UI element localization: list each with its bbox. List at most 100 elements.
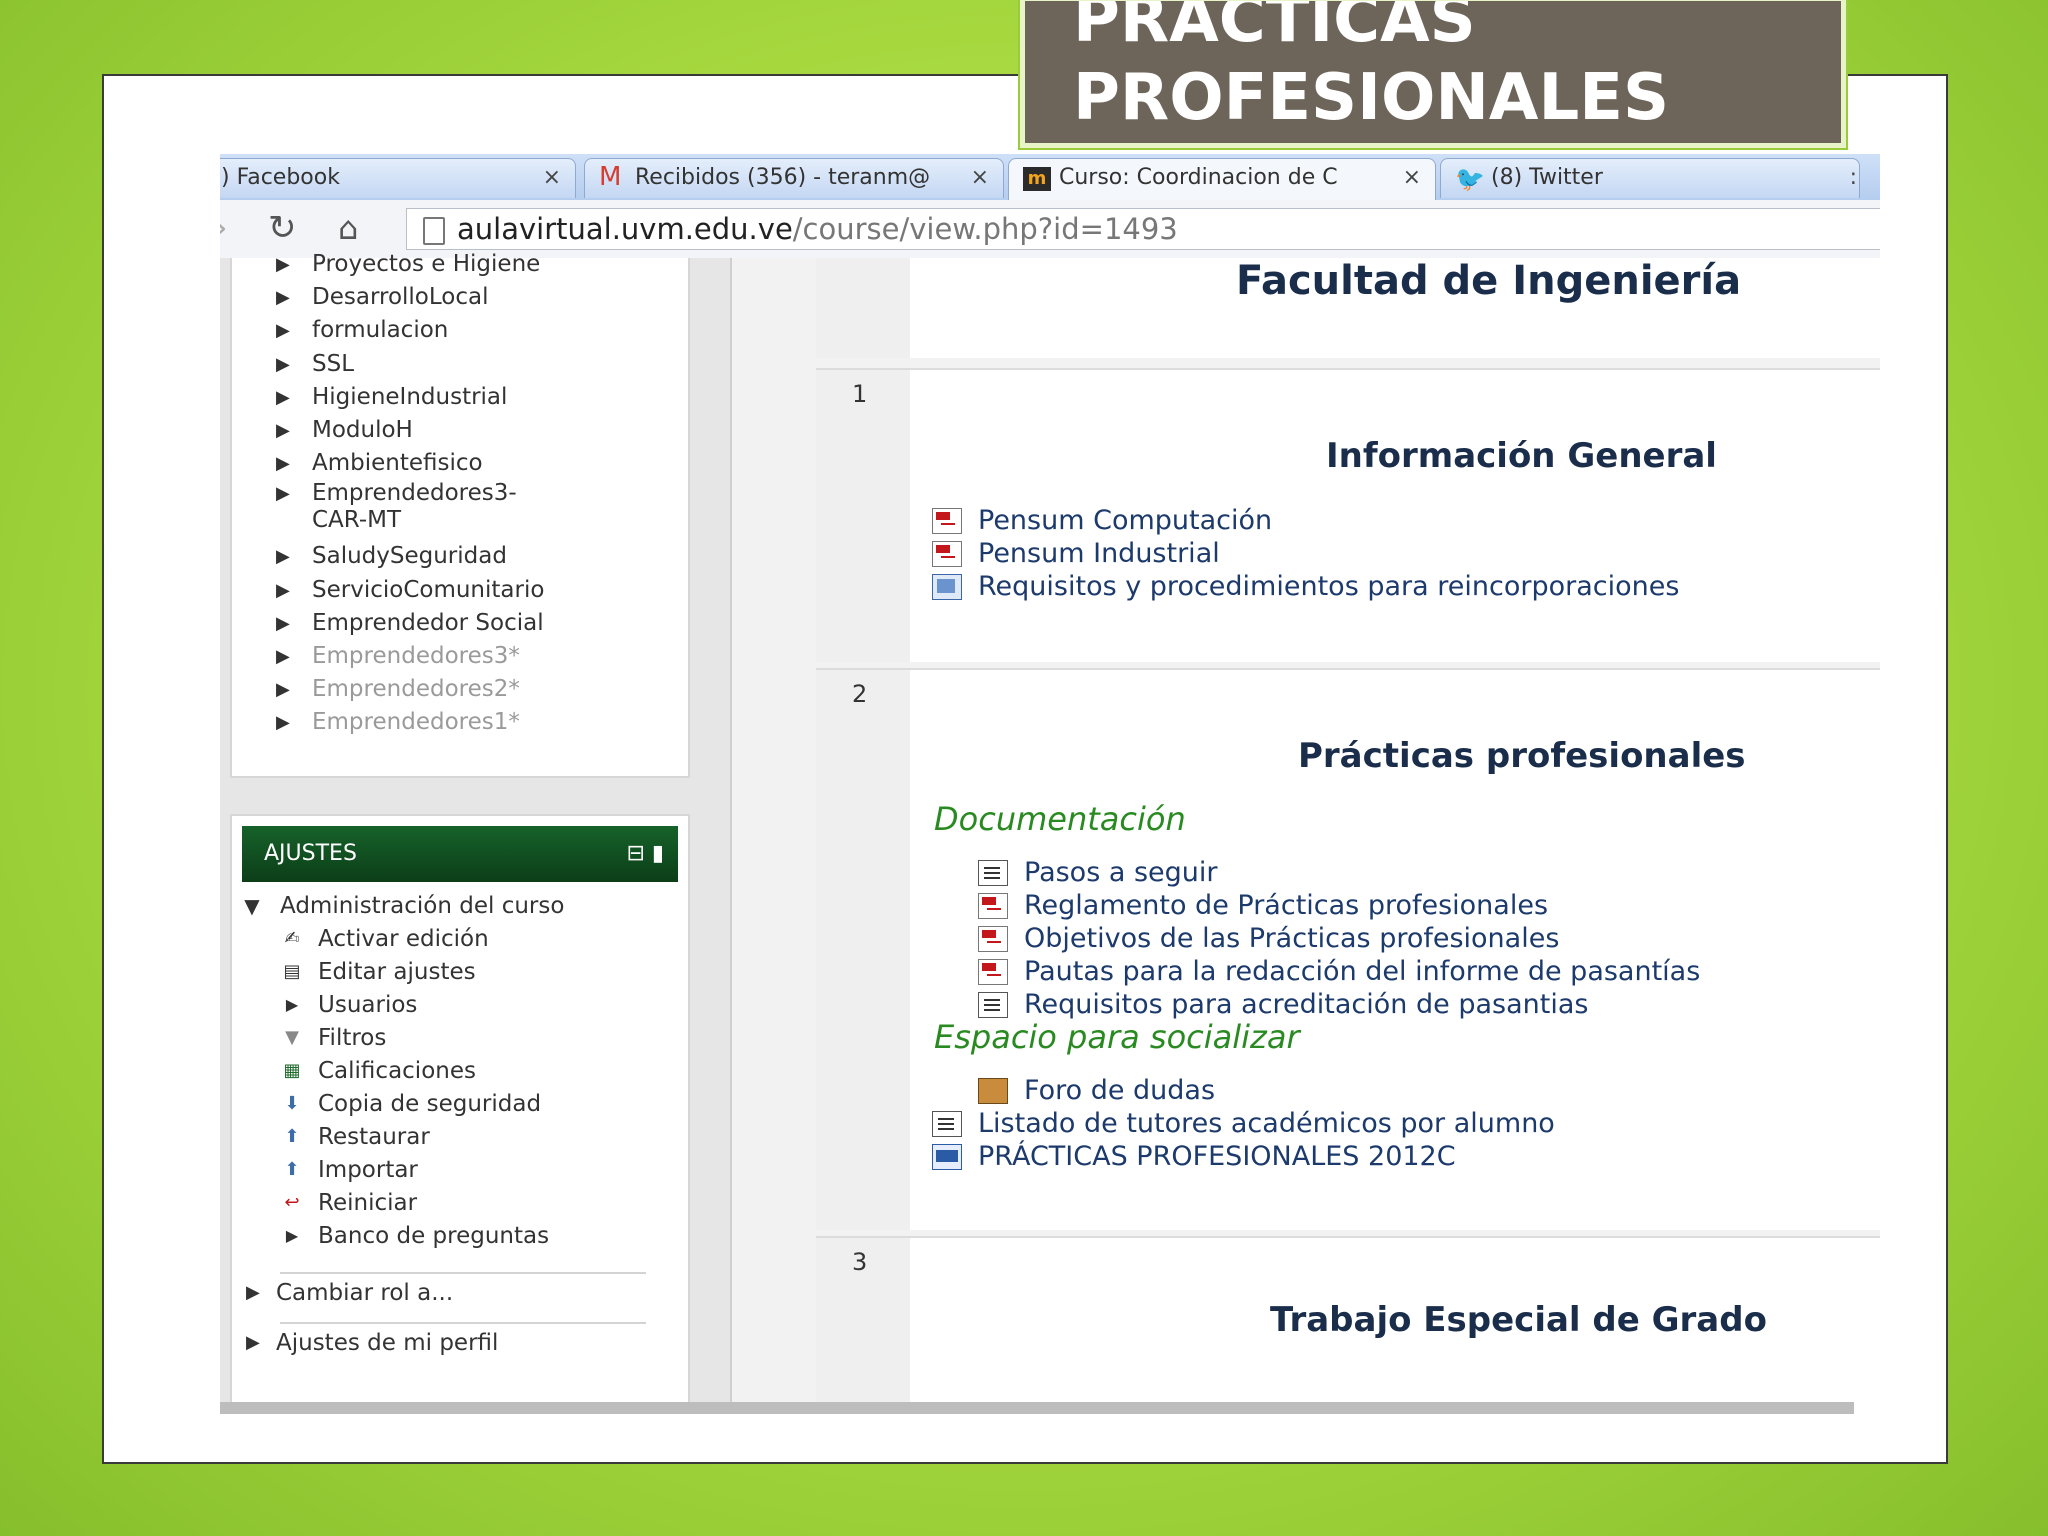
tab-label: Recibidos (356) - teranm@ [635, 165, 931, 190]
settings-item-filters[interactable]: ▼ Filtros [285, 1022, 386, 1054]
resource-link[interactable]: Pautas para la redacción del informe de … [978, 955, 1700, 988]
expand-arrow-icon: ▶ [285, 1226, 299, 1245]
expand-arrow-icon: ▶ [276, 420, 290, 442]
tab-course[interactable]: m Curso: Coordinacion de C × [1008, 158, 1436, 200]
home-icon[interactable]: ⌂ [338, 210, 358, 246]
section-sidebar: 1 [816, 370, 910, 662]
settings-item-backup[interactable]: ⬇ Copia de seguridad [284, 1088, 541, 1120]
settings-block: AJUSTES ⊟ ▮ ▼ Administración del curso ✍… [230, 814, 690, 1404]
section-sidebar: 3 [816, 1238, 910, 1406]
forward-icon[interactable]: › [220, 210, 228, 246]
close-icon[interactable]: × [1403, 159, 1421, 197]
left-column: ▶ Proyectos e Higiene ▶ DesarrolloLocal ▶ f… [220, 251, 732, 1404]
nav-item-hidden[interactable]: ▶ Emprendedores2* [276, 673, 544, 706]
resource-link[interactable]: Pensum Industrial [932, 537, 1220, 570]
nav-item[interactable]: ▶ ServicioComunitario [276, 574, 544, 607]
nav-item-hidden[interactable]: ▶ Emprendedores3* [276, 640, 544, 673]
word-doc-icon [932, 1144, 962, 1170]
section-title: Prácticas profesionales [1298, 736, 1746, 776]
image-file-icon [932, 574, 962, 600]
nav-item[interactable]: ▶ HigieneIndustrial [276, 381, 544, 414]
restore-icon: ⬆ [284, 1126, 300, 1147]
divider [280, 1322, 646, 1324]
pdf-icon [978, 893, 1008, 919]
forum-link[interactable]: Foro de dudas [978, 1074, 1215, 1107]
block-controls-icon[interactable]: ⊟ ▮ [626, 826, 664, 882]
gmail-icon: M [599, 162, 622, 192]
grades-icon: ▦ [283, 1060, 301, 1081]
tab-label: Curso: Coordinacion de C [1059, 165, 1338, 190]
tab-twitter[interactable]: 🐦 (8) Twitter : [1440, 158, 1860, 198]
page-icon [423, 217, 445, 245]
faculty-title: Facultad de Ingeniería [1236, 258, 1742, 304]
nav-item[interactable]: ▶ formulacion [276, 314, 544, 347]
tab-gmail[interactable]: M Recibidos (356) - teranm@ × [584, 158, 1004, 198]
settings-item-users[interactable]: ▶ Usuarios [286, 989, 418, 1021]
url-host: aulavirtual.uvm.edu.ve [457, 212, 793, 246]
resource-link[interactable]: Pasos a seguir [978, 856, 1218, 889]
nav-item-hidden[interactable]: ▶ Emprendedores1* [276, 706, 544, 739]
close-icon[interactable]: × [543, 159, 561, 197]
resource-link[interactable]: Requisitos y procedimientos para reincor… [932, 570, 1679, 603]
section-title: Información General [1326, 436, 1717, 476]
settings-item-edit-settings[interactable]: ▤ Editar ajustes [283, 956, 475, 988]
reload-icon[interactable]: ↻ [268, 210, 297, 246]
tab-menu-icon[interactable]: : [1850, 159, 1857, 197]
url-text: aulavirtual.uvm.edu.ve/course/view.php?i… [457, 212, 1178, 246]
section-content: Prácticas profesionales Documentación Pa… [910, 670, 1880, 1230]
slide-title: PRACTICAS PROFESIONALES [1018, 0, 1848, 150]
close-icon[interactable]: × [971, 159, 989, 197]
nav-item[interactable]: ▶ Ambientefisico [276, 447, 544, 480]
browser-screenshot: ) Facebook × M Recibidos (356) - teranm@… [220, 154, 1880, 1416]
section-number: 3 [852, 1248, 868, 1276]
nav-item[interactable]: ▶ ModuloH [276, 414, 544, 447]
switch-role-item[interactable]: ▶ Cambiar rol a... [246, 1280, 453, 1306]
expand-arrow-icon: ▶ [276, 612, 290, 634]
nav-item[interactable]: ▶ DesarrolloLocal [276, 281, 544, 314]
resource-link[interactable]: Requisitos para acreditación de pasantia… [978, 988, 1588, 1021]
expand-arrow-icon: ▶ [276, 386, 290, 408]
backup-icon: ⬇ [284, 1093, 300, 1114]
settings-item-question-bank[interactable]: ▶ Banco de preguntas [286, 1220, 549, 1252]
settings-item-restore[interactable]: ⬆ Restaurar [284, 1121, 429, 1153]
expand-arrow-icon: ▶ [276, 712, 290, 734]
profile-settings-item[interactable]: ▶ Ajustes de mi perfil [246, 1330, 498, 1356]
expand-arrow-icon: ▶ [246, 1332, 260, 1353]
horizontal-scrollbar[interactable] [220, 1402, 1854, 1414]
section-sidebar: 2 [816, 670, 910, 1230]
nav-item[interactable]: ▶ Emprendedores3- CAR-MT [276, 480, 544, 540]
expand-arrow-icon: ▶ [276, 646, 290, 668]
section-number: 2 [852, 680, 868, 708]
expand-arrow-icon: ▶ [276, 353, 290, 375]
resource-link[interactable]: Listado de tutores académicos por alumno [932, 1107, 1555, 1140]
pdf-icon [978, 926, 1008, 952]
expand-arrow-icon: ▶ [276, 287, 290, 309]
settings-item-import[interactable]: ⬆ Importar [284, 1154, 417, 1186]
resource-link[interactable]: Reglamento de Prácticas profesionales [978, 889, 1548, 922]
nav-item[interactable]: ▶ Proyectos e Higiene [276, 248, 544, 281]
nav-item[interactable]: ▶ Emprendedor Social [276, 607, 544, 640]
tab-facebook[interactable]: ) Facebook × [220, 158, 576, 198]
url-path: /course/view.php?id=1493 [792, 212, 1178, 246]
divider [280, 1272, 646, 1274]
moodle-icon: m [1023, 167, 1051, 191]
section-title: Trabajo Especial de Grado [1270, 1300, 1767, 1340]
section-number: 1 [852, 380, 868, 408]
settings-item-grades[interactable]: ▦ Calificaciones [283, 1055, 476, 1087]
expand-arrow-icon: ▶ [246, 1282, 260, 1303]
resource-link[interactable]: Pensum Computación [932, 504, 1272, 537]
resource-link[interactable]: Objetivos de las Prácticas profesionales [978, 922, 1559, 955]
document-icon [932, 1111, 962, 1137]
course-admin-item[interactable]: ▼ Administración del curso [244, 890, 564, 922]
settings-item-reset[interactable]: ↩ Reiniciar [284, 1187, 417, 1219]
settings-item-edit-mode[interactable]: ✍ Activar edición [284, 923, 488, 955]
resource-link[interactable]: PRÁCTICAS PROFESIONALES 2012C [932, 1140, 1456, 1173]
subheading-social-space: Espacio para socializar [934, 1018, 1300, 1056]
section-content: Facultad de Ingeniería [910, 258, 1880, 358]
pdf-icon [932, 541, 962, 567]
address-bar[interactable]: aulavirtual.uvm.edu.ve/course/view.php?i… [406, 208, 1880, 250]
expand-arrow-icon: ▶ [276, 483, 290, 505]
nav-item[interactable]: ▶ SaludySeguridad [276, 540, 544, 573]
nav-item[interactable]: ▶ SSL [276, 348, 544, 381]
subheading-documentation: Documentación [934, 800, 1186, 838]
